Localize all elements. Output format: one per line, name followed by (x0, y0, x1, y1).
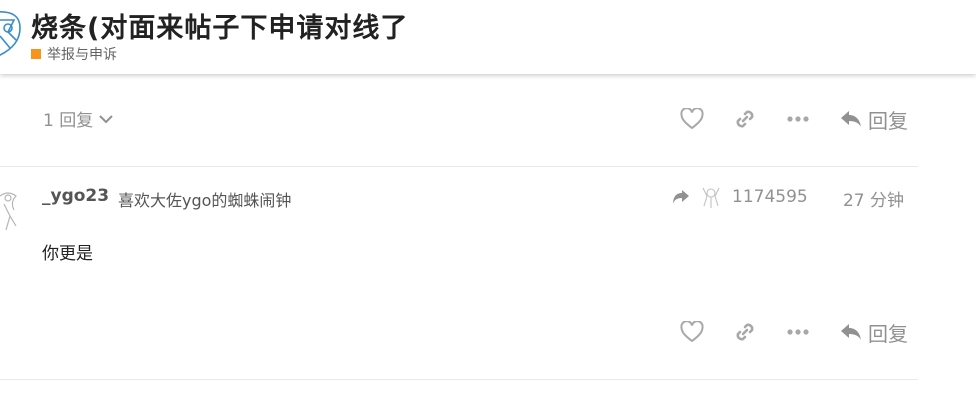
post-timestamp[interactable]: 27 分钟 (843, 186, 904, 211)
reply-button[interactable]: 回复 (840, 318, 908, 347)
topic-title[interactable]: 烧条(对面来帖子下申请对线了 (31, 6, 408, 45)
reply-to-username: 1174595 (732, 187, 808, 207)
like-button[interactable] (665, 314, 718, 350)
topic-header: 烧条(对面来帖子下申请对线了 举报与申诉 (0, 0, 976, 74)
more-button[interactable] (771, 314, 824, 350)
more-button[interactable] (771, 101, 824, 137)
category-color-swatch (31, 49, 41, 59)
link-icon (736, 323, 753, 341)
post-actions: 回复 (665, 314, 908, 350)
category-name: 举报与申诉 (47, 47, 117, 63)
replies-count: 1 回复 (43, 111, 94, 131)
reply-to-avatar (702, 187, 720, 208)
share-link-button[interactable] (718, 314, 771, 350)
category-badge[interactable]: 举报与申诉 (31, 44, 117, 64)
reply-label: 回复 (868, 108, 908, 133)
post-divider (0, 166, 918, 167)
reply-to-tab[interactable]: 1174595 (672, 184, 808, 210)
link-icon (736, 110, 753, 128)
share-arrow-icon (673, 190, 689, 204)
like-button[interactable] (665, 101, 718, 137)
user-avatar[interactable] (0, 186, 24, 240)
heart-icon (679, 321, 704, 343)
post-username[interactable]: _ygo23 (42, 186, 109, 206)
post-divider (0, 379, 918, 380)
post-body: 你更是 (42, 244, 93, 264)
ellipsis-icon (786, 329, 809, 335)
heart-icon (679, 108, 704, 130)
site-logo-icon[interactable] (0, 6, 22, 62)
reply-arrow-icon (841, 324, 861, 340)
post-actions: 回复 (665, 101, 908, 137)
ellipsis-icon (786, 116, 809, 122)
post-user-title: 喜欢大佐ygo的蜘蛛闹钟 (118, 191, 292, 210)
reply-arrow-icon (841, 111, 861, 127)
reply-button[interactable]: 回复 (840, 105, 908, 134)
share-link-button[interactable] (718, 101, 771, 137)
chevron-down-icon (99, 114, 113, 123)
replies-toggle-button[interactable]: 1 回复 (43, 106, 113, 131)
reply-label: 回复 (868, 321, 908, 346)
